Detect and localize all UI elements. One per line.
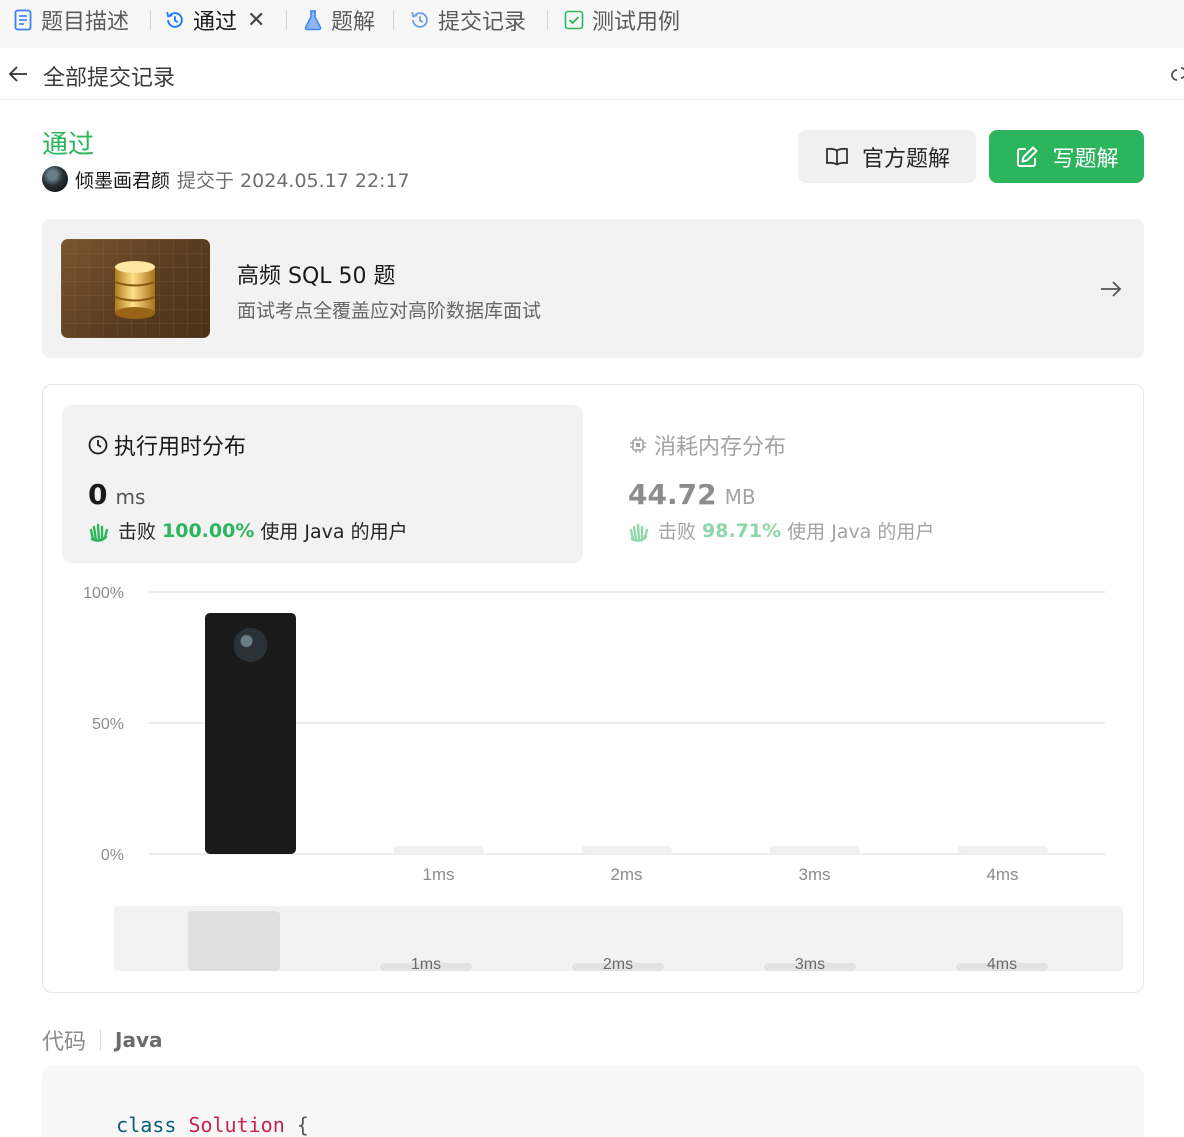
tab-divider — [286, 11, 287, 29]
flask-icon — [302, 9, 324, 31]
runtime-title-text: 执行用时分布 — [114, 435, 247, 460]
runtime-title: 执行用时分布 — [88, 429, 246, 461]
tab-divider — [547, 11, 548, 29]
database-icon — [114, 261, 156, 319]
chart-bar — [393, 846, 484, 854]
username[interactable]: 倾墨画君颜 — [75, 166, 170, 193]
divider — [100, 1030, 102, 1050]
runtime-beat: 击败 100.00% 使用 Java 的用户 — [88, 517, 408, 544]
memory-title-text: 消耗内存分布 — [654, 435, 787, 460]
tab-submissions[interactable]: 提交记录 — [409, 0, 526, 40]
x-tick-label: 1ms — [422, 865, 454, 884]
beat-suffix: 使用 Java 的用户 — [787, 521, 935, 543]
write-solution-label: 写题解 — [1052, 146, 1119, 172]
beat-percent: 98.71% — [702, 519, 782, 542]
beat-prefix: 击败 — [118, 521, 157, 543]
runtime-distribution-chart[interactable]: 100% 50% 0% 1ms 2ms 3ms 4ms — [62, 580, 1122, 890]
runtime-unit: ms — [115, 485, 146, 509]
avatar[interactable] — [42, 166, 68, 192]
code-language: Java — [115, 1028, 163, 1052]
code-block[interactable]: class Solution { public int[] searchRang… — [42, 1066, 1144, 1137]
memory-title[interactable]: 消耗内存分布 — [628, 429, 786, 461]
tab-label: 提交记录 — [438, 10, 527, 35]
history-icon — [409, 9, 431, 31]
edit-icon — [1014, 144, 1040, 170]
tab-solutions[interactable]: 题解 — [302, 0, 375, 40]
beat-suffix: 使用 Java 的用户 — [260, 521, 408, 543]
submission-header: 全部提交记录 — [0, 48, 1184, 100]
x-tick-label: 4ms — [986, 865, 1018, 884]
tab-label: 测试用例 — [592, 10, 681, 35]
book-icon — [824, 144, 850, 170]
tab-divider — [393, 11, 394, 29]
memory-beat: 击败 98.71% 使用 Java 的用户 — [628, 517, 934, 544]
bar-avatar-detail — [240, 634, 253, 647]
tab-label: 题目描述 — [41, 10, 130, 35]
tab-testcases[interactable]: 测试用例 — [563, 0, 680, 40]
submit-time: 提交于 2024.05.17 22:17 — [177, 169, 410, 192]
clapping-hands-icon — [88, 519, 112, 543]
tab-divider — [150, 11, 151, 29]
clock-icon — [88, 435, 108, 455]
tab-accepted[interactable]: 通过 ✕ — [164, 0, 265, 40]
x-tick-label: 2ms — [610, 865, 642, 884]
clapping-hands-icon — [628, 519, 652, 543]
overview-bars[interactable]: 1ms 2ms 3ms 4ms — [114, 906, 1123, 971]
study-plan-title: 高频 SQL 50 题 — [237, 264, 396, 289]
database-thumbnail — [61, 239, 210, 338]
chart-bar — [769, 846, 860, 854]
official-solution-label: 官方题解 — [861, 146, 950, 172]
chart-bar — [957, 846, 1048, 854]
overview-tick-label: 3ms — [795, 956, 825, 971]
memory-number: 44.72 — [628, 478, 717, 511]
study-plan-subtitle: 面试考点全覆盖应对高阶数据库面试 — [237, 300, 542, 322]
document-icon — [12, 9, 34, 31]
overview-tick-label: 1ms — [411, 956, 441, 971]
chip-icon — [628, 435, 648, 455]
arrow-right-icon — [1101, 281, 1122, 297]
link-icon[interactable] — [1170, 64, 1184, 84]
tab-label: 通过 — [193, 10, 238, 35]
status-text: 通过 — [42, 130, 95, 160]
all-submissions-title[interactable]: 全部提交记录 — [43, 60, 175, 92]
chart-bar — [581, 846, 672, 854]
overview-tick-label: 4ms — [987, 956, 1017, 971]
beat-prefix: 击败 — [658, 521, 697, 543]
beat-percent: 100.00% — [162, 519, 255, 542]
y-tick-label: 0% — [101, 847, 124, 864]
back-arrow-icon[interactable] — [6, 62, 30, 86]
overview-bar — [188, 911, 280, 971]
overview-tick-label: 2ms — [603, 956, 633, 971]
runtime-value: 0 ms — [88, 478, 145, 511]
close-icon[interactable]: ✕ — [247, 8, 265, 33]
code-line-2: public int[] searchRange(int[] nums, int… — [68, 1119, 791, 1137]
tab-bar: 题目描述 通过 ✕ 题解 提交记录 测试用例 — [0, 0, 1184, 48]
memory-value: 44.72 MB — [628, 478, 756, 511]
memory-unit: MB — [724, 485, 756, 509]
tab-label: 题解 — [331, 10, 376, 35]
official-solution-button[interactable]: 官方题解 — [798, 130, 976, 183]
checkbox-icon — [563, 9, 585, 31]
tab-description[interactable]: 题目描述 — [12, 0, 129, 40]
study-plan-card[interactable] — [42, 219, 1144, 358]
history-icon — [164, 9, 186, 31]
x-tick-label: 3ms — [798, 865, 830, 884]
runtime-number: 0 — [88, 478, 108, 511]
code-header: 代码 Java — [42, 1024, 163, 1056]
submission-meta: 倾墨画君颜 提交于 2024.05.17 22:17 — [42, 166, 410, 192]
code-label: 代码 — [42, 1030, 87, 1055]
y-tick-label: 100% — [83, 585, 124, 602]
write-solution-button[interactable]: 写题解 — [989, 130, 1144, 183]
y-tick-label: 50% — [92, 716, 124, 733]
